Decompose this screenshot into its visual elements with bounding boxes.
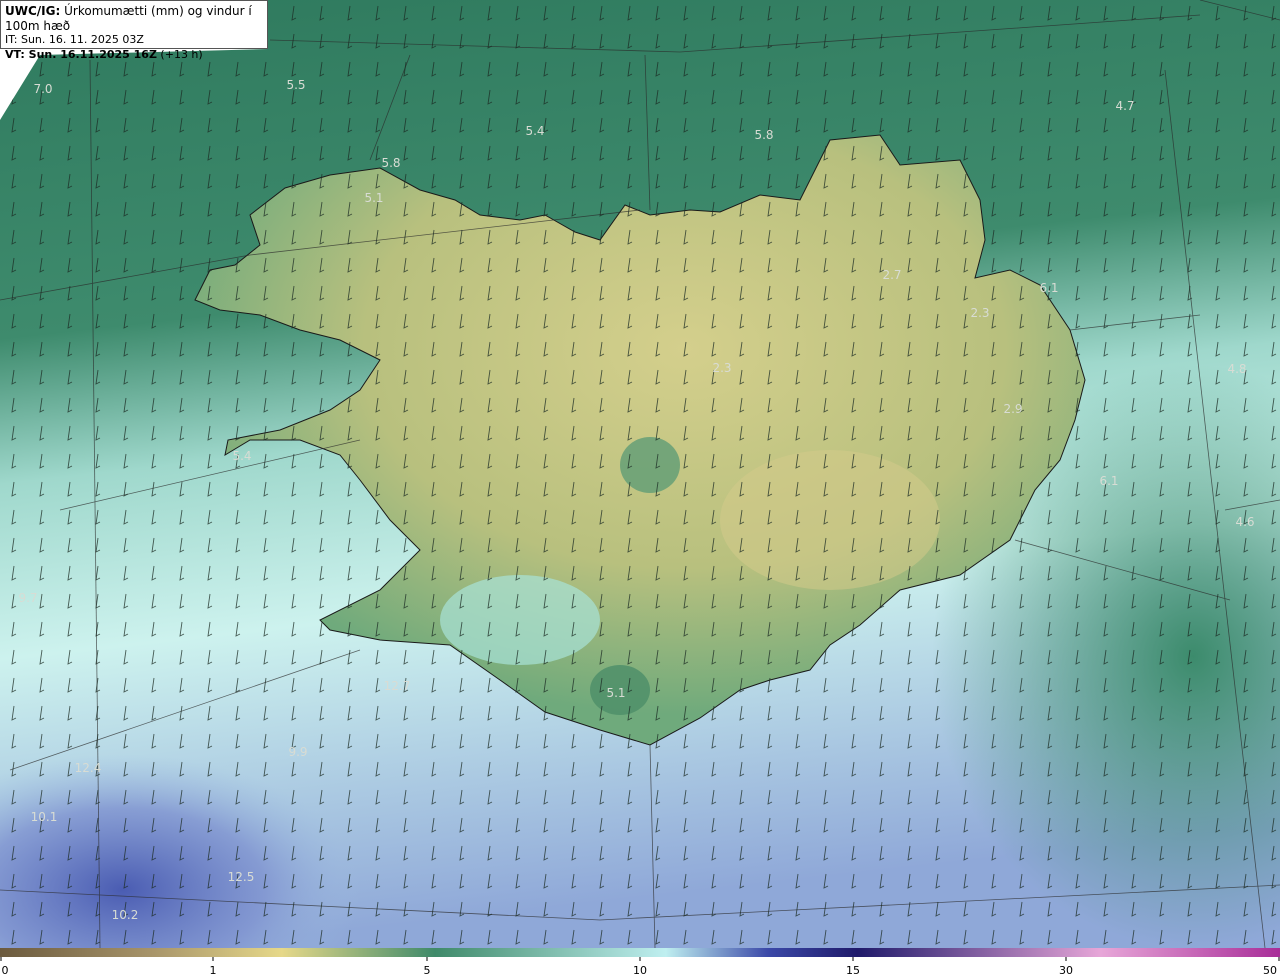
value-label: 5.8 bbox=[754, 128, 774, 142]
colorbar-tick-label: 5 bbox=[423, 964, 431, 977]
value-label: 2.3 bbox=[712, 361, 732, 375]
colorbar-tick-label: 30 bbox=[1059, 964, 1073, 977]
value-label: 5.1 bbox=[606, 686, 626, 700]
value-label: 2.7 bbox=[882, 268, 902, 282]
value-label: 2.3 bbox=[970, 306, 990, 320]
value-label: 10.1 bbox=[30, 810, 58, 824]
value-label: 4.6 bbox=[1235, 515, 1255, 529]
weather-map bbox=[0, 0, 1280, 948]
colorbar-tick-label: 1 bbox=[209, 964, 217, 977]
issue-time: IT: Sun. 16. 11. 2025 03Z bbox=[5, 33, 144, 46]
value-label: 9.7 bbox=[18, 591, 38, 605]
value-label: 4.8 bbox=[1227, 362, 1247, 376]
value-label: 5.1 bbox=[364, 191, 384, 205]
lead-time: (+13 h) bbox=[156, 47, 203, 61]
value-label: 6.1 bbox=[1099, 474, 1119, 488]
value-label: 5.8 bbox=[381, 156, 401, 170]
wind-barbs bbox=[0, 0, 1280, 948]
value-label: 9.9 bbox=[288, 745, 308, 759]
info-box: UWC/IG: Úrkomumætti (mm) og vindur í 100… bbox=[0, 0, 268, 61]
colorbar-tick-label: 50 bbox=[1263, 964, 1277, 977]
value-label: 10.2 bbox=[111, 908, 139, 922]
colorbar-tick-label: 15 bbox=[846, 964, 860, 977]
value-label: 4.7 bbox=[1115, 99, 1135, 113]
value-label: 2.9 bbox=[1003, 402, 1023, 416]
value-label: 6.1 bbox=[1039, 281, 1059, 295]
value-label: 12.5 bbox=[227, 870, 255, 884]
value-label: 12.7 bbox=[383, 679, 411, 693]
colorbar-tick-label: 0 bbox=[1, 964, 9, 977]
value-label: 7.0 bbox=[33, 82, 53, 96]
value-label: 5.4 bbox=[525, 124, 545, 138]
colorbar-tick-label: 10 bbox=[633, 964, 647, 977]
colorbar-gradient bbox=[0, 948, 1280, 957]
value-label: 12.4 bbox=[74, 761, 102, 775]
product-code: UWC/IG: bbox=[5, 4, 61, 18]
valid-time: VT: Sun. 16.11.2025 16Z bbox=[5, 47, 157, 61]
value-label: 5.4 bbox=[232, 449, 252, 463]
value-label: 5.5 bbox=[286, 78, 306, 92]
